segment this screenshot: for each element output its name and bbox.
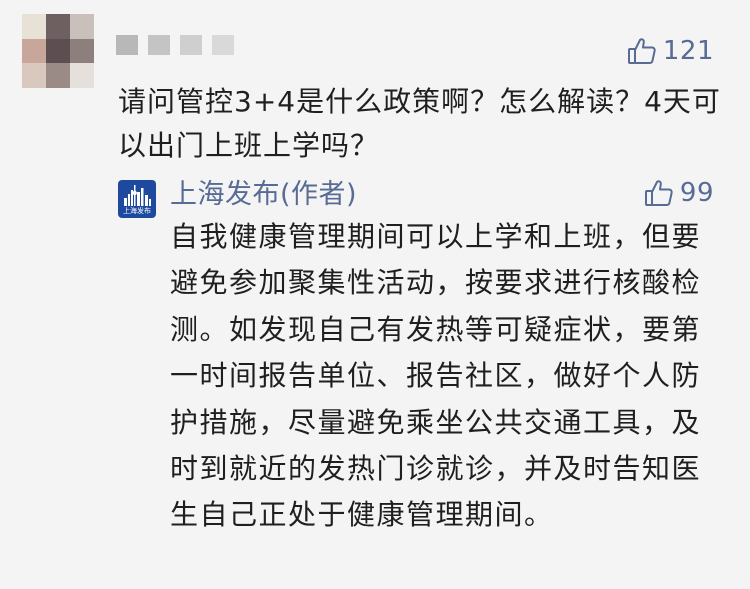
comment-text: 请问管控3+4是什么政策啊？怎么解读？4天可以出门上班上学吗？ xyxy=(118,85,721,162)
reply-text: 自我健康管理期间可以上学和上班，但要避免参加聚集性活动，按要求进行核酸检测。如发… xyxy=(170,220,702,532)
thumbs-up-icon xyxy=(644,178,674,208)
thumbs-up-icon xyxy=(627,36,657,66)
skyline-icon xyxy=(124,185,151,206)
author-logo[interactable]: 上海发布 xyxy=(118,180,156,218)
comment-like-button[interactable]: 121 xyxy=(627,36,714,66)
comment-like-count: 121 xyxy=(662,36,714,66)
avatar[interactable] xyxy=(22,14,94,88)
commenter-nickname[interactable] xyxy=(116,34,234,56)
reply-like-count: 99 xyxy=(679,178,714,208)
reply-author-name[interactable]: 上海发布(作者) xyxy=(170,178,357,212)
logo-text: 上海发布 xyxy=(123,207,151,215)
comment-card: 121 请问管控3+4是什么政策啊？怎么解读？4天可以出门上班上学吗？ 上海发布… xyxy=(0,0,750,589)
reply-like-button[interactable]: 99 xyxy=(644,178,714,208)
